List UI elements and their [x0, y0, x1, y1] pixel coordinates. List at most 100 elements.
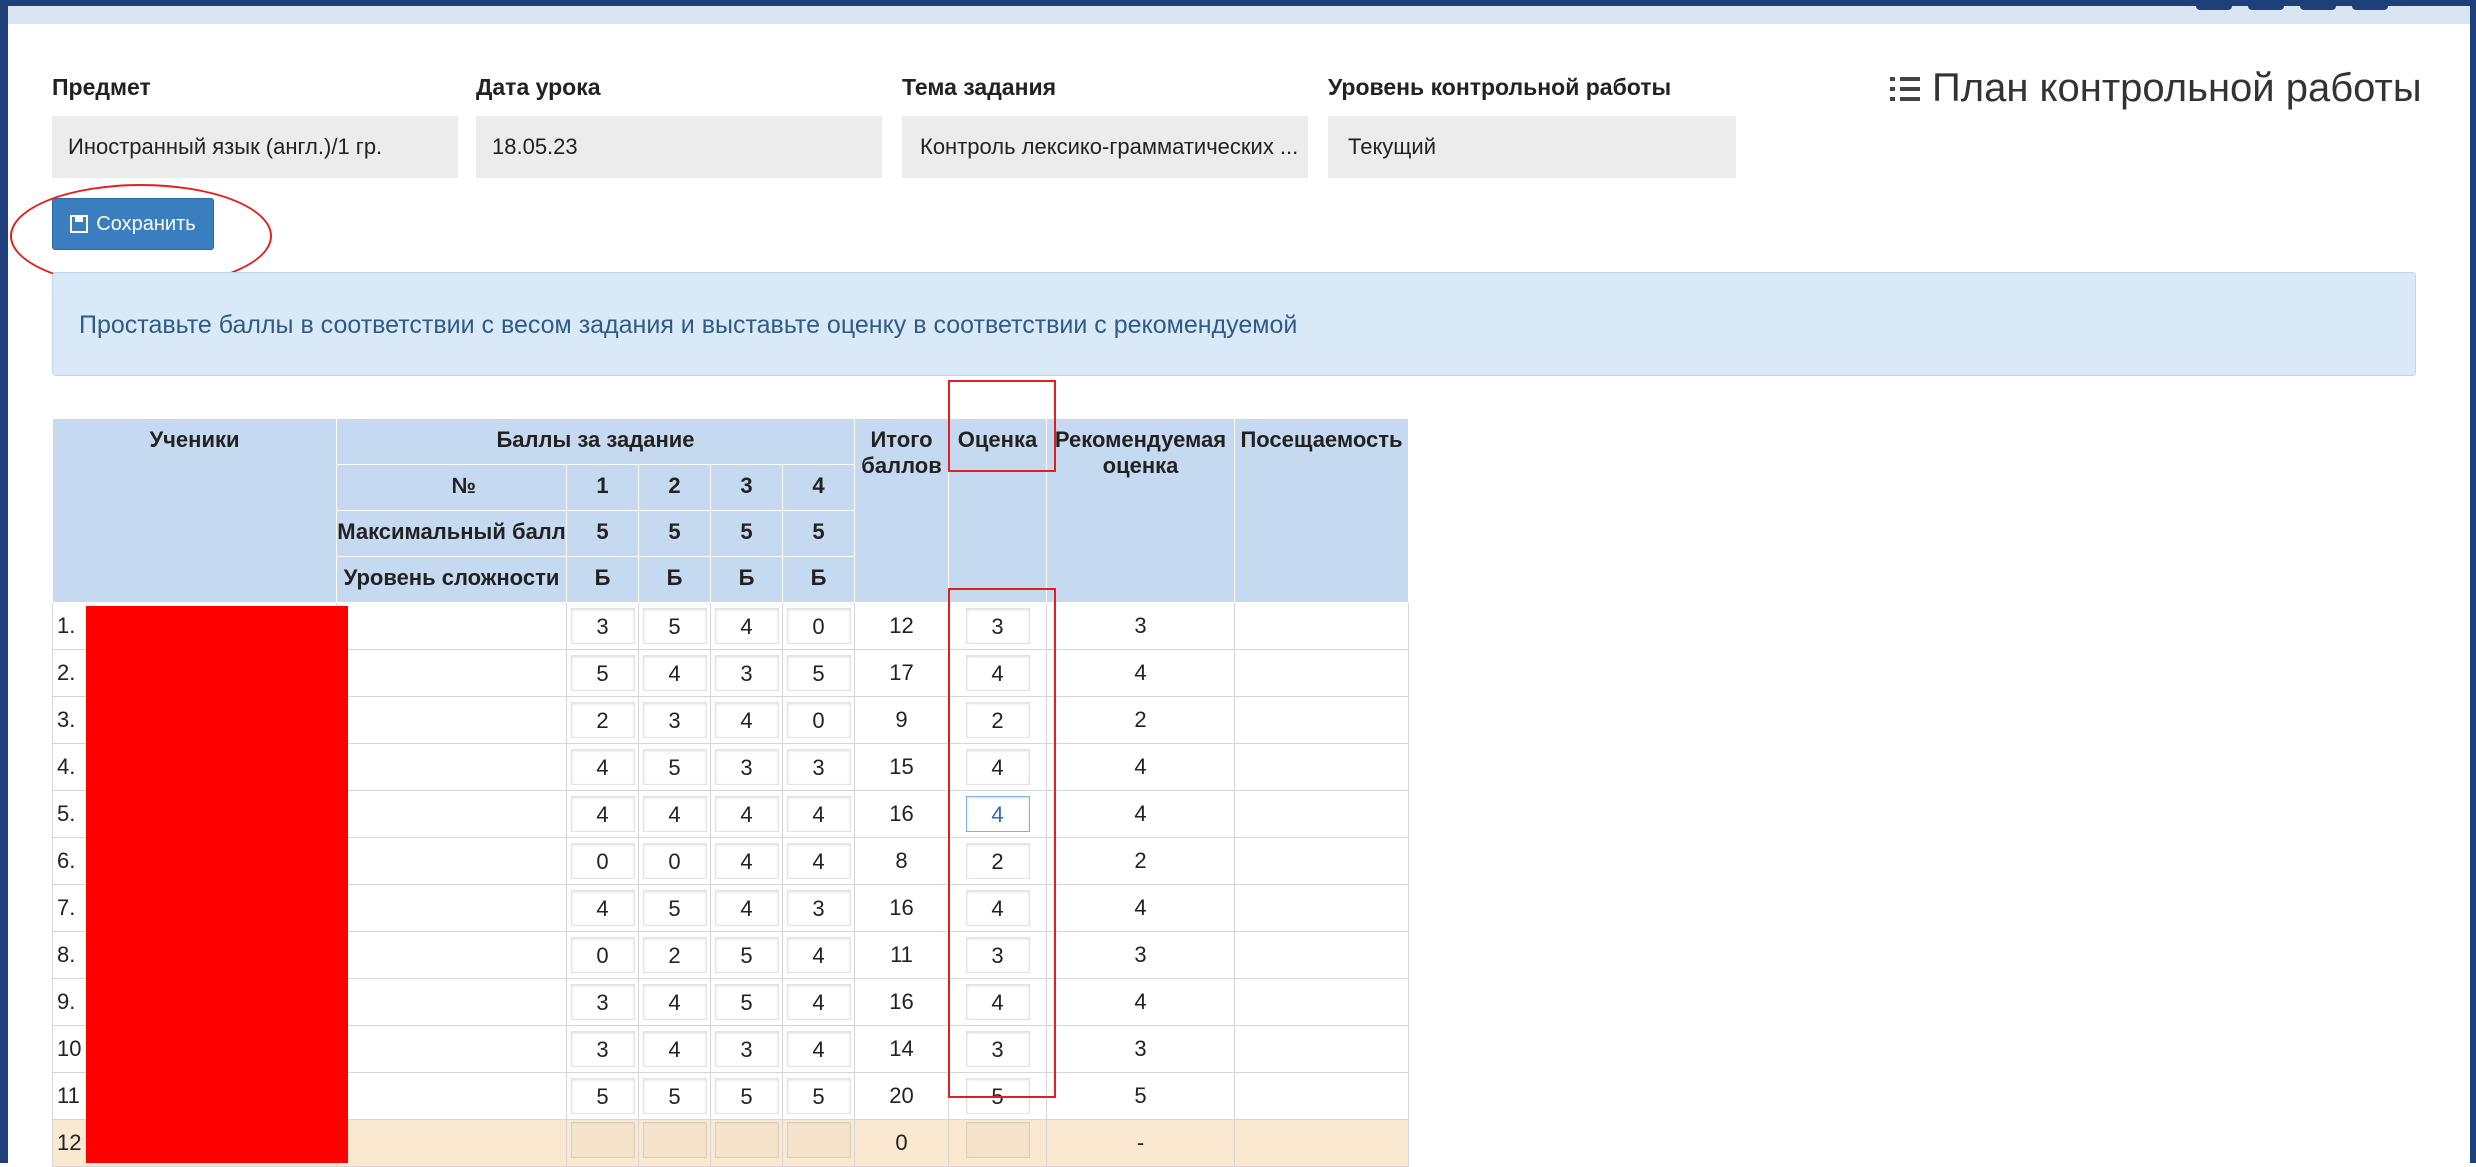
score-input[interactable]: 3 [714, 749, 779, 785]
score-input[interactable]: 2 [642, 937, 707, 973]
header-tab[interactable] [2196, 0, 2232, 10]
header-tab[interactable] [2352, 0, 2388, 10]
level-field[interactable]: Текущий [1328, 116, 1736, 178]
score-input[interactable]: 2 [570, 702, 635, 738]
score-input[interactable]: 4 [642, 655, 707, 691]
score-input[interactable]: 3 [570, 608, 635, 644]
attendance-cell[interactable] [1234, 1025, 1409, 1073]
score-input[interactable]: 4 [786, 937, 851, 973]
student-extra [336, 696, 567, 744]
score-input[interactable]: 4 [786, 843, 851, 879]
score-input[interactable]: 3 [786, 890, 851, 926]
total-cell: 11 [854, 931, 949, 979]
score-input[interactable] [714, 1122, 779, 1158]
score-input[interactable]: 4 [642, 1031, 707, 1067]
score-cell: 4 [782, 978, 855, 1026]
score-input[interactable] [642, 1122, 707, 1158]
score-input[interactable]: 4 [714, 843, 779, 879]
score-input[interactable]: 4 [786, 984, 851, 1020]
score-input[interactable]: 5 [570, 1078, 635, 1114]
score-input[interactable]: 5 [642, 890, 707, 926]
score-input[interactable]: 4 [642, 984, 707, 1020]
score-input[interactable]: 5 [786, 655, 851, 691]
attendance-cell[interactable] [1234, 931, 1409, 979]
info-alert: Проставьте баллы в соответствии с весом … [52, 272, 2416, 376]
score-input[interactable]: 3 [642, 702, 707, 738]
attendance-cell[interactable] [1234, 602, 1409, 650]
recommended-cell: 2 [1046, 696, 1235, 744]
header-tab[interactable] [2248, 0, 2284, 10]
score-input[interactable]: 4 [714, 702, 779, 738]
score-input[interactable]: 0 [570, 843, 635, 879]
topic-label: Тема задания [902, 74, 1057, 100]
score-input[interactable]: 4 [714, 796, 779, 832]
max-score-label: Максимальный балл [336, 510, 567, 557]
score-input[interactable]: 0 [786, 702, 851, 738]
score-input[interactable]: 4 [786, 1031, 851, 1067]
score-cell: 3 [710, 1025, 783, 1073]
score-input[interactable]: 5 [642, 608, 707, 644]
subject-label: Предмет [52, 74, 151, 100]
score-cell: 4 [638, 1025, 711, 1073]
score-input[interactable]: 0 [786, 608, 851, 644]
attendance-cell[interactable] [1234, 978, 1409, 1026]
recommended-cell: - [1046, 1119, 1235, 1167]
highlight-rect-grades [948, 588, 1056, 1098]
attendance-cell[interactable] [1234, 1119, 1409, 1167]
score-input[interactable]: 5 [642, 1078, 707, 1114]
score-input[interactable]: 5 [714, 984, 779, 1020]
grade-input[interactable] [965, 1122, 1030, 1158]
date-field[interactable]: 18.05.23 [476, 116, 882, 178]
score-input[interactable]: 5 [714, 1078, 779, 1114]
window-frame-left [0, 0, 8, 1163]
col-students: Ученики [52, 418, 337, 603]
topic-field[interactable]: Контроль лексико-грамматических ... [902, 116, 1308, 178]
header-tab[interactable] [2300, 0, 2336, 10]
score-input[interactable]: 3 [786, 749, 851, 785]
plan-link[interactable]: План контрольной работы [1890, 66, 2422, 111]
score-input[interactable]: 4 [570, 890, 635, 926]
student-extra [336, 743, 567, 791]
attendance-cell[interactable] [1234, 696, 1409, 744]
score-input[interactable]: 5 [714, 937, 779, 973]
score-input[interactable]: 3 [570, 984, 635, 1020]
score-input[interactable]: 5 [642, 749, 707, 785]
score-input[interactable]: 4 [714, 608, 779, 644]
score-input[interactable]: 4 [642, 796, 707, 832]
score-input[interactable] [570, 1122, 635, 1158]
redaction-block [86, 606, 348, 1163]
score-cell: 5 [638, 1072, 711, 1120]
score-cell: 3 [566, 602, 639, 650]
attendance-cell[interactable] [1234, 837, 1409, 885]
attendance-cell[interactable] [1234, 649, 1409, 697]
attendance-cell[interactable] [1234, 743, 1409, 791]
score-input[interactable]: 5 [786, 1078, 851, 1114]
score-input[interactable]: 5 [570, 655, 635, 691]
score-input[interactable]: 4 [570, 749, 635, 785]
score-input[interactable]: 4 [570, 796, 635, 832]
score-cell: 4 [566, 790, 639, 838]
score-cell: 4 [638, 790, 711, 838]
attendance-cell[interactable] [1234, 884, 1409, 932]
score-cell [710, 1119, 783, 1167]
score-cell: 4 [782, 837, 855, 885]
subject-field[interactable]: Иностранный язык (англ.)/1 гр. [52, 116, 458, 178]
col-total: Итого баллов [854, 418, 949, 603]
score-input[interactable]: 0 [570, 937, 635, 973]
attendance-cell[interactable] [1234, 1072, 1409, 1120]
attendance-cell[interactable] [1234, 790, 1409, 838]
date-label: Дата урока [476, 74, 601, 100]
score-input[interactable]: 0 [642, 843, 707, 879]
score-cell: 5 [782, 1072, 855, 1120]
score-input[interactable]: 4 [786, 796, 851, 832]
score-input[interactable] [786, 1122, 851, 1158]
col-recommended: Рекомендуемая оценка [1046, 418, 1235, 603]
total-cell: 16 [854, 978, 949, 1026]
difficulty-level: Б [566, 556, 639, 603]
score-input[interactable]: 4 [714, 890, 779, 926]
score-input[interactable]: 3 [570, 1031, 635, 1067]
student-extra [336, 790, 567, 838]
score-input[interactable]: 3 [714, 655, 779, 691]
score-cell: 2 [566, 696, 639, 744]
score-input[interactable]: 3 [714, 1031, 779, 1067]
